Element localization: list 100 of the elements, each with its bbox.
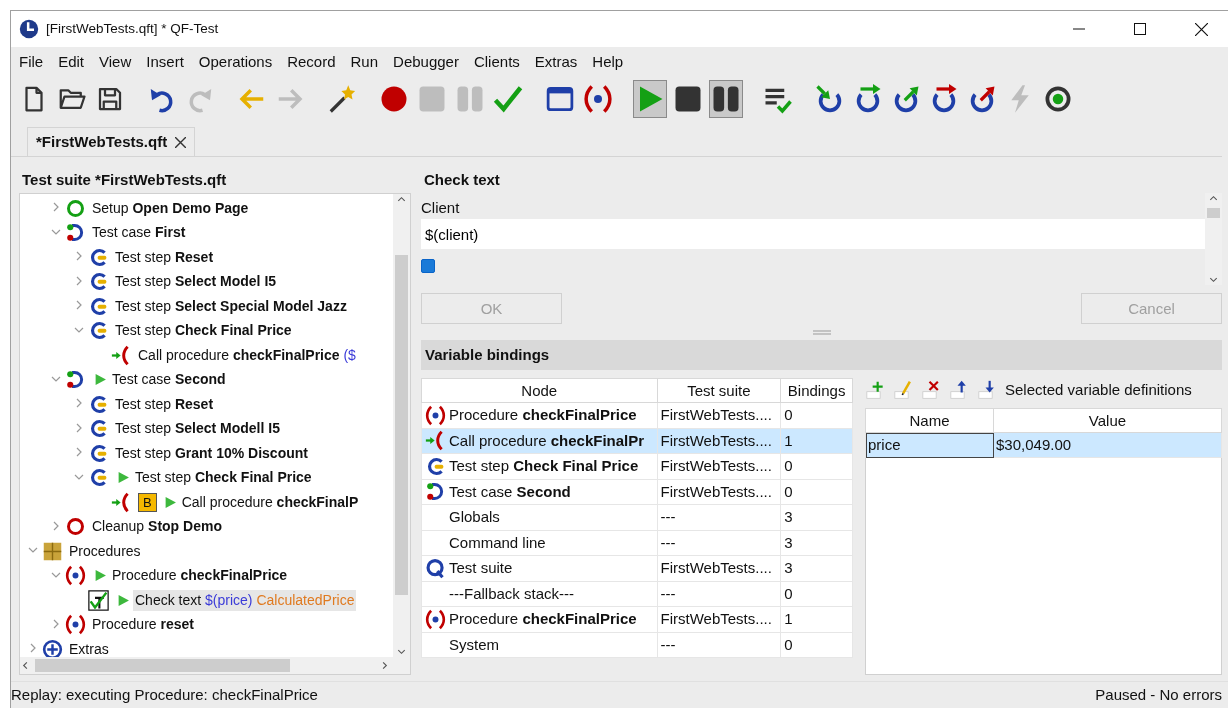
section-title: Variable bindings	[421, 340, 1222, 370]
window-title: [FirstWebTests.qft] * QF-Test	[46, 20, 220, 38]
tree-item-label[interactable]: Check text $(price) CalculatedPrice	[133, 589, 357, 611]
vertical-scrollbar[interactable]	[1205, 193, 1222, 285]
table-cell: Command line	[449, 533, 546, 552]
table-cell: Test step Check Final Price	[449, 457, 639, 476]
tree-item-label[interactable]: Call procedure checkFinalP	[179, 491, 361, 513]
check-text-icon	[88, 589, 109, 611]
tree-item-label[interactable]: Procedure checkFinalPrice	[110, 565, 290, 587]
tree-item-label[interactable]: Extras	[67, 638, 111, 657]
tree-item-label[interactable]: Test step Select Modell I5	[113, 418, 282, 440]
table-cell: Globals	[449, 508, 500, 527]
tree-item-label[interactable]: Test step Reset	[113, 246, 216, 268]
table-cell: Test case Second	[449, 482, 571, 501]
table-cell: ---	[657, 581, 781, 607]
table-cell: System	[449, 635, 499, 654]
tree-item-label[interactable]: Call procedure checkFinalPrice ($	[136, 344, 358, 366]
test-step-icon	[88, 393, 109, 415]
maximize-icon[interactable]	[1134, 23, 1146, 35]
table-cell: FirstWebTests....	[657, 402, 781, 428]
scrollbar-thumb[interactable]	[1207, 208, 1220, 218]
panel-title: Check text	[423, 170, 501, 190]
tree-item-label[interactable]: Test case Second	[110, 369, 228, 391]
q-letter-icon	[425, 557, 446, 579]
table-cell: 0	[780, 479, 853, 505]
checkbox[interactable]	[421, 259, 435, 273]
table-cell: FirstWebTests....	[657, 479, 781, 505]
section-label: Selected variable definitions	[1005, 381, 1192, 399]
column-header[interactable]: Value	[993, 408, 1222, 433]
menu-item[interactable]: Clients	[467, 51, 526, 73]
tree-item-label[interactable]: Test step Reset	[113, 393, 216, 415]
close-icon[interactable]	[1194, 22, 1208, 36]
test-step-icon	[88, 271, 109, 293]
table-cell: Procedure checkFinalPrice	[449, 610, 637, 629]
test-step-icon	[88, 246, 109, 268]
menu-item[interactable]: Extras	[528, 51, 584, 73]
status-text: Paused - No errors	[1095, 686, 1222, 704]
column-header[interactable]: Name	[865, 408, 994, 433]
tree-item-label[interactable]: Test step Check Final Price	[113, 320, 294, 342]
menu-item[interactable]: Debugger	[387, 51, 465, 73]
table-cell: 0	[780, 632, 853, 658]
table-cell: Test suite	[449, 559, 513, 578]
bracket-dot-icon	[425, 608, 446, 630]
breakpoint-badge: B	[138, 492, 157, 512]
table-cell: FirstWebTests....	[657, 606, 781, 632]
tree-item-label[interactable]: Test step Select Special Model Jazz	[113, 295, 349, 317]
vertical-scrollbar[interactable]	[393, 194, 410, 657]
splitter-handle-icon[interactable]	[812, 329, 831, 335]
column-header[interactable]: Bindings	[780, 378, 853, 403]
test-step-icon	[88, 467, 109, 489]
table-cell: Call procedure checkFinalPr	[449, 431, 645, 450]
ring-icon	[65, 516, 86, 538]
table-cell: FirstWebTests....	[657, 453, 781, 479]
bracket-dot-icon	[65, 614, 86, 636]
ring-icon	[65, 197, 86, 219]
scrollbar-thumb[interactable]	[395, 255, 408, 595]
tree-item-label[interactable]: Test step Select Model I5	[113, 271, 279, 293]
table-cell: Procedure checkFinalPrice	[449, 406, 637, 425]
tree-item-label[interactable]: Test step Grant 10% Discount	[113, 442, 310, 464]
bracket-dot-icon	[425, 404, 446, 426]
column-header[interactable]: Node	[421, 378, 657, 403]
horizontal-scrollbar[interactable]	[20, 657, 410, 674]
column-header[interactable]: Test suite	[657, 378, 781, 403]
grid-square-icon	[42, 540, 63, 562]
test-step-icon	[88, 320, 109, 342]
test-step-icon	[88, 295, 109, 317]
table-cell: 0	[780, 581, 853, 607]
table-cell: ---	[657, 504, 781, 530]
status-text: Replay: executing Procedure: checkFinalPrice	[11, 686, 318, 704]
bracket-dot-icon	[65, 565, 86, 587]
menu-item[interactable]: Help	[586, 51, 630, 73]
table-cell: FirstWebTests....	[657, 555, 781, 581]
tree-item-label[interactable]: Test step Check Final Price	[133, 467, 314, 489]
table-cell: 3	[780, 504, 853, 530]
panel-title: Test suite *FirstWebTests.qft	[21, 170, 228, 190]
tree-item-label[interactable]: Setup Open Demo Page	[90, 197, 251, 219]
tree-item-label[interactable]: Procedures	[67, 540, 143, 562]
menu-item[interactable]: Operations	[192, 51, 279, 73]
menu-item[interactable]: File	[13, 51, 50, 73]
tree-item-label[interactable]: Test case First	[90, 222, 188, 244]
table-cell: 3	[780, 530, 853, 556]
tree-item-label[interactable]: Procedure reset	[90, 614, 196, 636]
menu-item[interactable]: Run	[344, 51, 385, 73]
test-case-icon	[65, 369, 86, 391]
test-case-icon	[65, 222, 86, 244]
menu-item[interactable]: Record	[281, 51, 342, 73]
table-cell: ---	[657, 632, 781, 658]
table-cell: 0	[780, 453, 853, 479]
scrollbar-thumb[interactable]	[35, 659, 290, 672]
table-cell[interactable]: price	[865, 432, 994, 458]
close-tab-button[interactable]	[175, 134, 187, 150]
tree-item-label[interactable]: Cleanup Stop Demo	[90, 516, 224, 538]
table-cell: ---Fallback stack---	[449, 584, 574, 603]
menu-item[interactable]: Insert	[140, 51, 190, 73]
test-case-icon	[425, 481, 446, 503]
client-field[interactable]: $(client)	[421, 219, 1205, 249]
menu-item[interactable]: Edit	[52, 51, 91, 73]
table-cell: FirstWebTests....	[657, 428, 781, 454]
field-label: Client	[421, 198, 461, 218]
menu-item[interactable]: View	[93, 51, 138, 73]
